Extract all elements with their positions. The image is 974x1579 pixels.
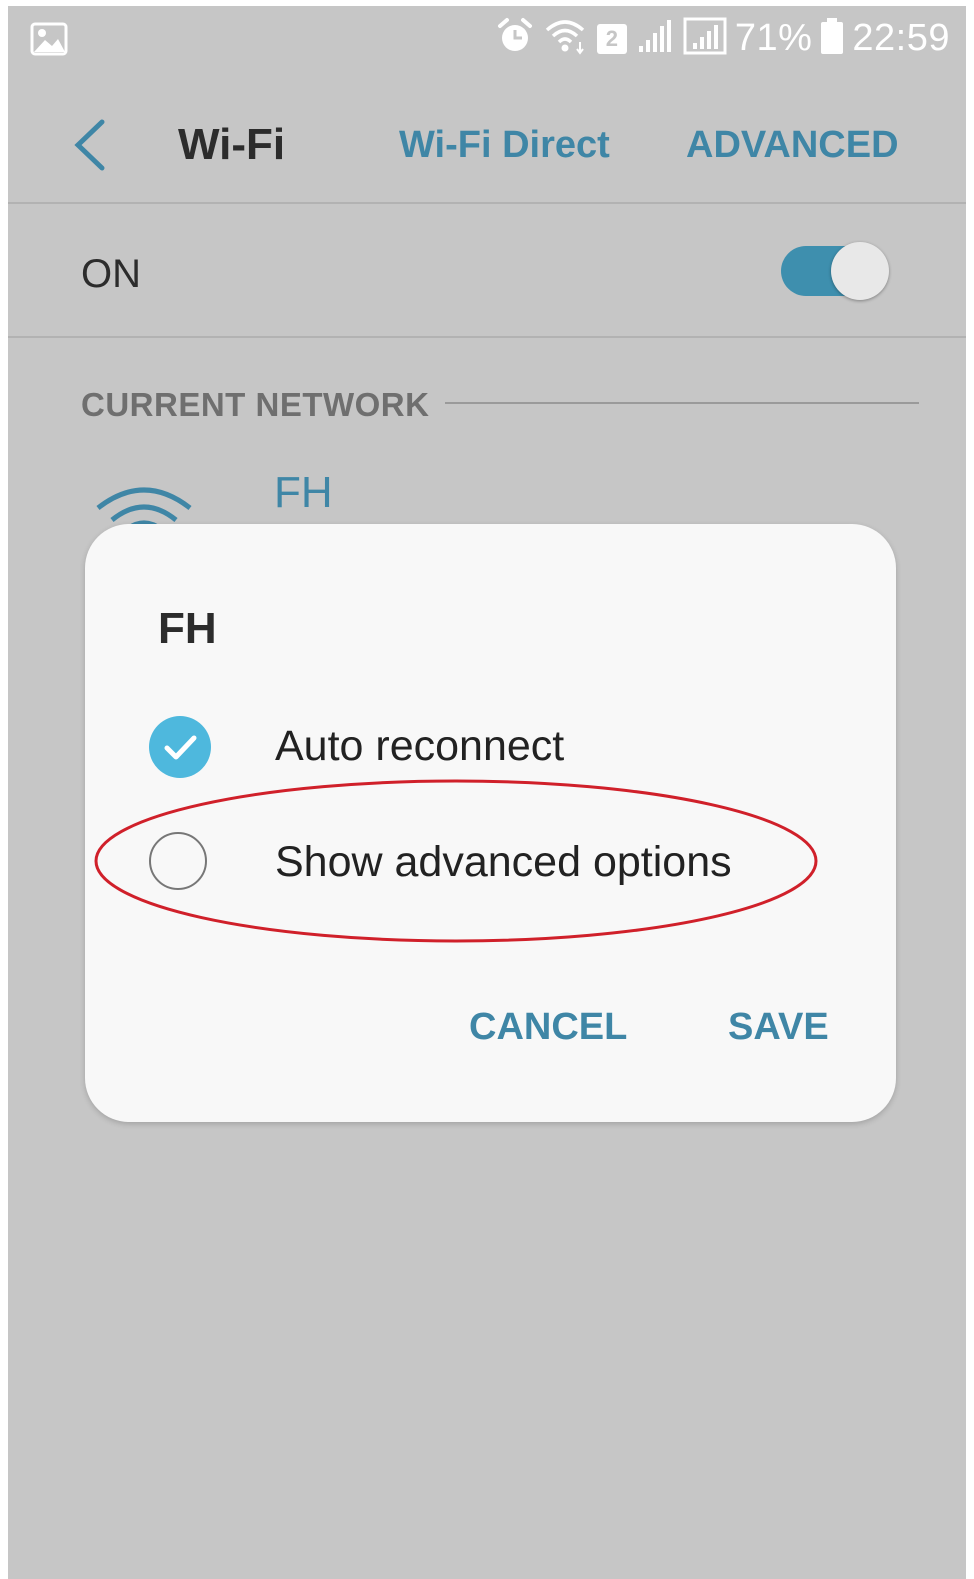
wifi-toggle-row[interactable]: ON (8, 206, 966, 338)
annotation-ellipse (94, 779, 818, 943)
clock: 22:59 (852, 17, 950, 59)
gallery-icon (30, 22, 68, 61)
battery-icon (820, 17, 844, 60)
cancel-button[interactable]: CANCEL (469, 1006, 627, 1049)
section-divider (445, 402, 919, 404)
option-label: Auto reconnect (275, 722, 565, 770)
status-bar: 2 71% 22:59 (8, 6, 966, 76)
sim-icon: 2 (596, 23, 627, 54)
status-icons: 2 71% 22:59 (495, 16, 950, 61)
signal-icon (683, 17, 727, 60)
current-network-name[interactable]: FH (274, 468, 333, 518)
page-title: Wi-Fi (178, 120, 286, 169)
save-button[interactable]: SAVE (728, 1006, 829, 1049)
checkbox-checked[interactable] (149, 716, 211, 778)
wifi-direct-button[interactable]: Wi-Fi Direct (399, 124, 610, 167)
divider (8, 336, 966, 338)
wifi-toggle[interactable] (781, 242, 893, 300)
toggle-label: ON (81, 252, 141, 296)
signal-icon (635, 18, 675, 59)
section-header: CURRENT NETWORK (81, 386, 430, 423)
divider (8, 202, 966, 204)
alarm-icon (495, 16, 535, 61)
back-icon[interactable] (70, 116, 110, 179)
wifi-icon (543, 16, 589, 61)
toggle-thumb (831, 242, 889, 300)
dialog-title: FH (158, 604, 217, 653)
battery-percent: 71% (734, 17, 813, 59)
app-header: Wi-Fi Wi-Fi Direct ADVANCED (8, 76, 966, 204)
advanced-button[interactable]: ADVANCED (686, 124, 899, 167)
